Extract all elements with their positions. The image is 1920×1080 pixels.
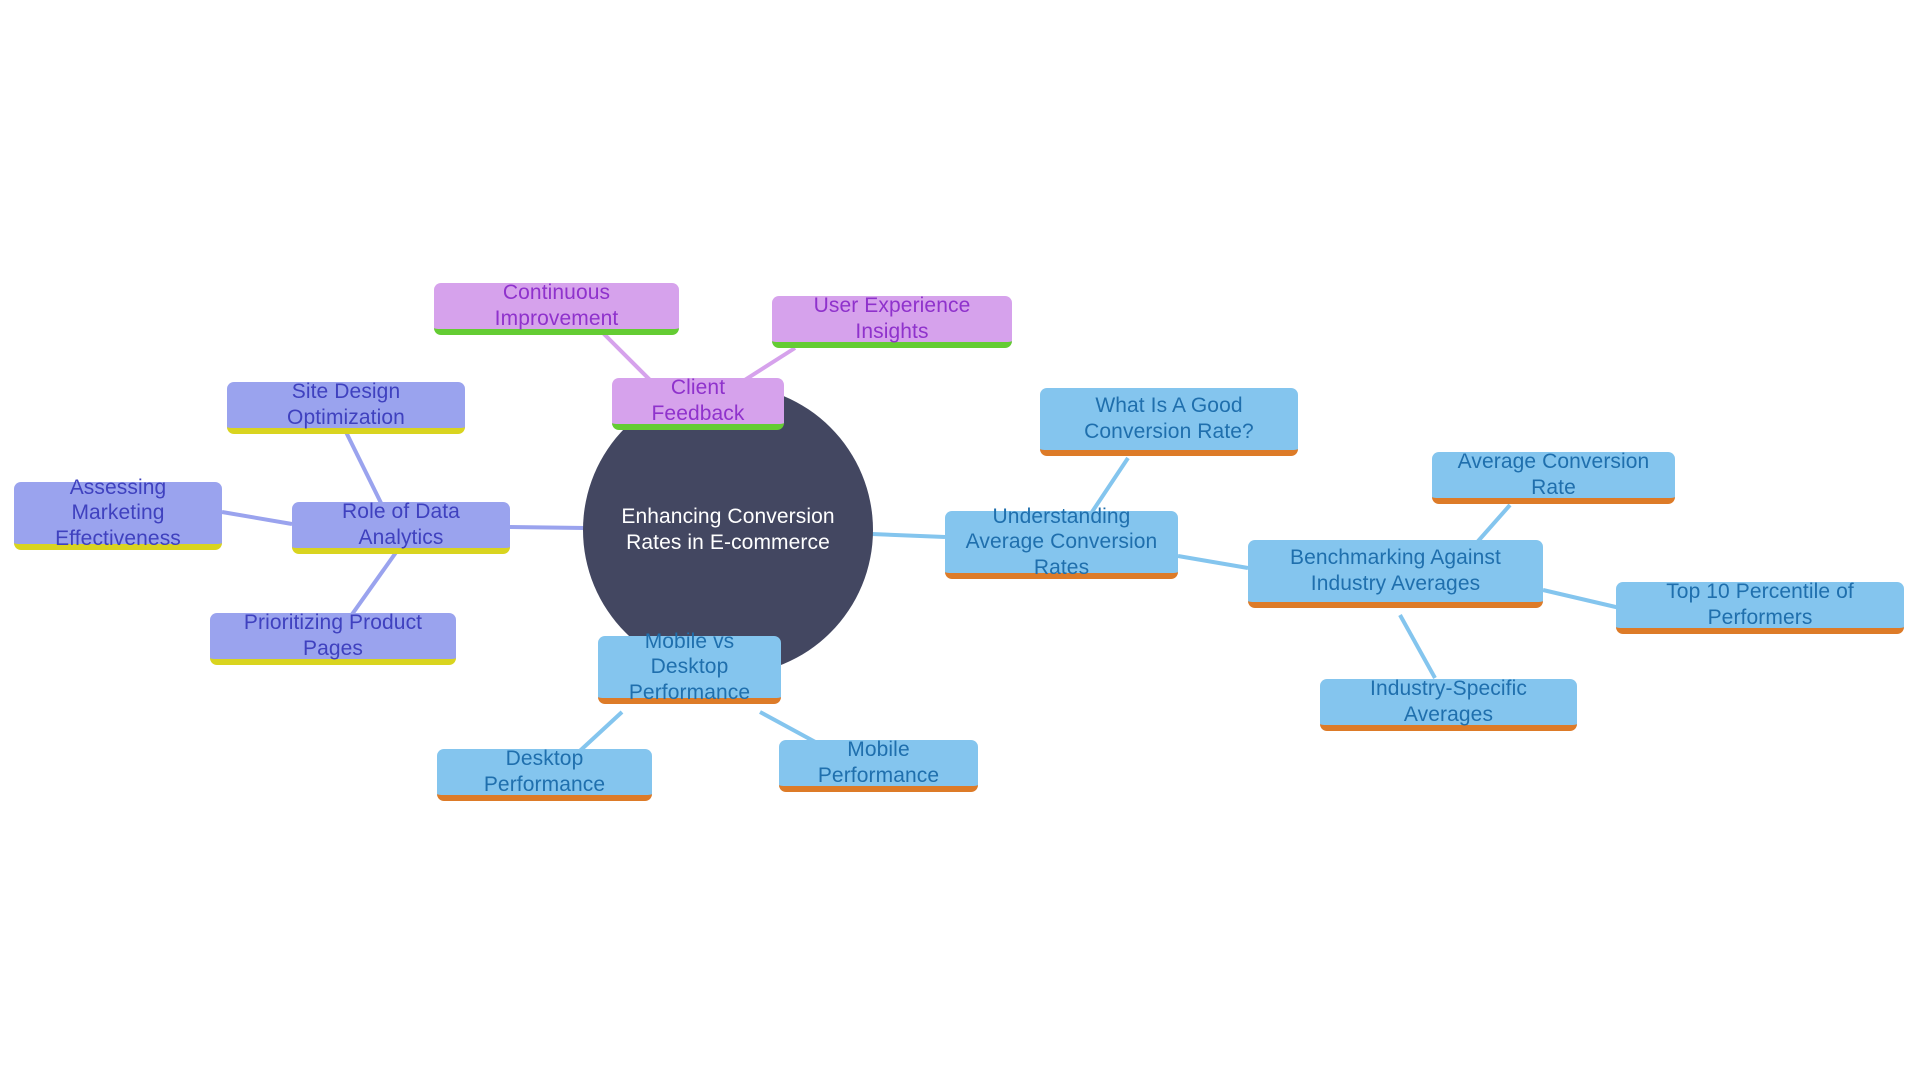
node-mobile-performance-label: Mobile Performance [817,738,940,787]
node-desktop-performance[interactable]: Desktop Performance [437,747,652,801]
node-top-10-percentile-of-performers-label: Top 10 Percentile of Performers [1666,580,1854,629]
node-understanding-average-conversion-rates-label: Understanding Average Conversion Rates [965,504,1158,579]
node-mobile-vs-desktop-performance-label: Mobile vs Desktop Performance [628,629,751,704]
node-average-conversion-rate-label: Average Conversion Rate [1457,450,1650,499]
node-understanding-average-conversion-rates[interactable]: Understanding Average Conversion Rates [945,505,1178,579]
edge-benchmarking-top10 [1542,588,1621,610]
node-desktop-performance-label: Desktop Performance [483,747,606,796]
edge-data-analytics-assessing [221,510,293,526]
edge-root-data-analytics [509,525,586,530]
node-role-of-data-analytics[interactable]: Role of Data Analytics [292,500,510,554]
node-site-design-optimization-label: Site Design Optimization [287,380,405,429]
node-role-of-data-analytics-label: Role of Data Analytics [342,500,460,549]
edge-understanding-benchmarking [1177,554,1249,570]
node-client-feedback[interactable]: Client Feedback [612,376,784,430]
node-benchmarking-against-industry-averages-label: Benchmarking Against Industry Averages [1290,546,1501,595]
node-industry-specific-averages[interactable]: Industry-Specific Averages [1320,677,1577,731]
node-assessing-marketing-effectiveness[interactable]: Assessing Marketing Effectiveness [14,476,222,550]
node-prioritizing-product-pages-label: Prioritizing Product Pages [243,611,423,660]
node-site-design-optimization[interactable]: Site Design Optimization [227,380,465,434]
node-top-10-percentile-of-performers[interactable]: Top 10 Percentile of Performers [1616,580,1904,634]
node-continuous-improvement-label: Continuous Improvement [494,281,619,330]
node-mobile-vs-desktop-performance[interactable]: Mobile vs Desktop Performance [598,630,781,704]
edge-root-understanding [871,532,946,539]
edge-data-analytics-site-design [343,429,384,506]
node-assessing-marketing-effectiveness-label: Assessing Marketing Effectiveness [55,475,181,550]
node-what-is-a-good-conversion-rate-label: What Is A Good Conversion Rate? [1084,394,1254,443]
node-prioritizing-product-pages[interactable]: Prioritizing Product Pages [210,611,456,665]
node-industry-specific-averages-label: Industry-Specific Averages [1370,677,1527,726]
node-user-experience-insights[interactable]: User Experience Insights [772,294,1012,348]
node-average-conversion-rate[interactable]: Average Conversion Rate [1432,450,1675,504]
mindmap-canvas: Enhancing Conversion Rates in E-commerce… [0,0,1920,1080]
root-node-label: Enhancing Conversion Rates in E-commerce [621,505,835,554]
node-client-feedback-label: Client Feedback [651,376,745,425]
node-continuous-improvement[interactable]: Continuous Improvement [434,281,679,335]
node-user-experience-insights-label: User Experience Insights [813,294,971,343]
node-what-is-a-good-conversion-rate[interactable]: What Is A Good Conversion Rate? [1040,388,1298,456]
edge-benchmarking-industry [1398,614,1437,679]
node-benchmarking-against-industry-averages[interactable]: Benchmarking Against Industry Averages [1248,540,1543,608]
node-mobile-performance[interactable]: Mobile Performance [779,738,978,792]
